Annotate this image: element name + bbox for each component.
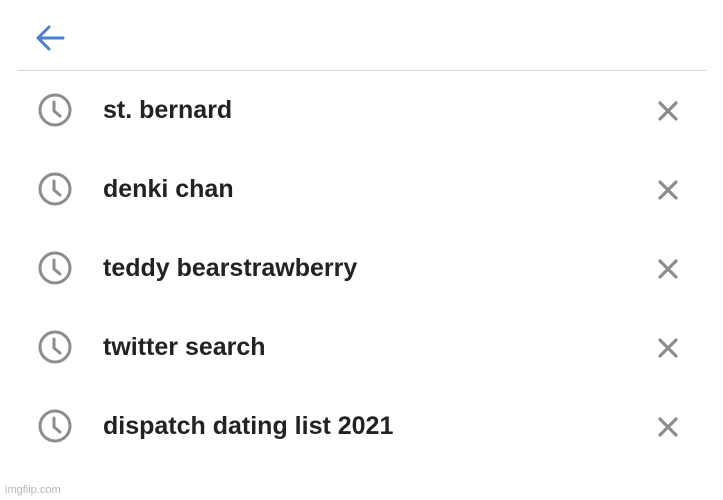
search-header: [0, 0, 723, 72]
history-item-text: dispatch dating list 2021: [103, 412, 394, 440]
history-item-text: denki chan: [103, 175, 234, 203]
remove-history-button[interactable]: [652, 332, 684, 364]
history-item[interactable]: st. bernard: [0, 71, 723, 150]
history-item[interactable]: twitter search: [0, 308, 723, 387]
close-icon: [658, 417, 678, 437]
search-history-list: st. bernard denki chan teddy bearstrawbe…: [0, 71, 723, 466]
clock-icon: [38, 251, 72, 285]
remove-history-button[interactable]: [652, 253, 684, 285]
clock-icon: [38, 409, 72, 443]
clock-icon: [38, 172, 72, 206]
close-icon: [658, 180, 678, 200]
close-icon: [658, 101, 678, 121]
clock-icon: [38, 330, 72, 364]
history-item-text: st. bernard: [103, 96, 233, 124]
history-item-text: teddy bearstrawberry: [103, 254, 358, 282]
clock-icon: [38, 93, 72, 127]
history-item[interactable]: denki chan: [0, 150, 723, 229]
close-icon: [658, 259, 678, 279]
remove-history-button[interactable]: [652, 95, 684, 127]
watermark: imgflip.com: [5, 484, 61, 496]
remove-history-button[interactable]: [652, 174, 684, 206]
history-item-text: twitter search: [103, 333, 266, 361]
remove-history-button[interactable]: [652, 411, 684, 443]
back-button[interactable]: [30, 20, 70, 56]
history-item[interactable]: dispatch dating list 2021: [0, 387, 723, 466]
history-item[interactable]: teddy bearstrawberry: [0, 229, 723, 308]
arrow-left-icon: [36, 25, 65, 51]
close-icon: [658, 338, 678, 358]
